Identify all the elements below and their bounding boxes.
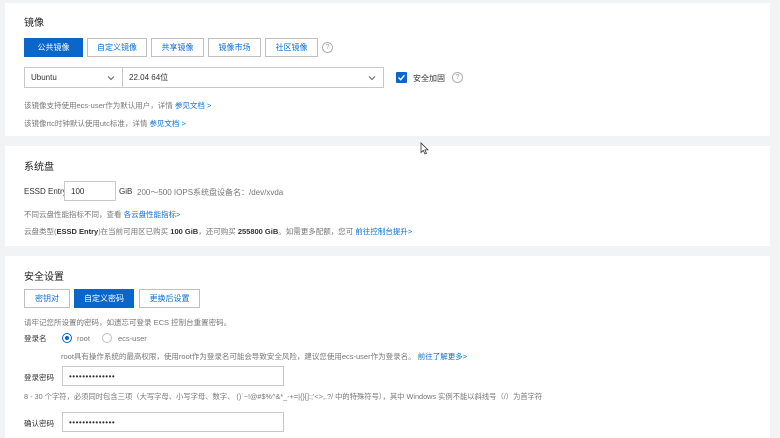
remember-password-note: 请牢记您所设置的密码，如遗忘可登录 ECS 控制台重置密码。 [24, 318, 232, 327]
mouse-cursor-icon [420, 142, 429, 155]
confirm-password-value: •••••••••••••• [69, 417, 116, 427]
password-value: •••••••••••••• [69, 371, 116, 381]
tab-image-market[interactable]: 镜像市场 [208, 38, 261, 57]
help-icon[interactable]: ? [322, 42, 333, 53]
check-icon [398, 74, 406, 81]
tab-custom-password[interactable]: 自定义密码 [74, 289, 134, 308]
chevron-down-icon [107, 76, 115, 81]
security-section-title: 安全设置 [24, 272, 64, 283]
password-rule-note: 8 - 30 个字符，必须同时包含三项（大写字母、小写字母、数字、 ()`~!@… [24, 392, 543, 401]
tab-shared-image[interactable]: 共享镜像 [151, 38, 204, 57]
disk-device-name: /dev/xvda [249, 188, 284, 197]
radio-ecs-user[interactable] [102, 333, 112, 343]
disk-performance-link[interactable]: 各云盘性能指标> [124, 210, 181, 219]
security-panel: 安全设置 密钥对 自定义密码 更换后设置 请牢记您所设置的密码，如遗忘可登录 E… [5, 256, 770, 438]
quota-text-1: 云盘类型( [24, 227, 57, 236]
tab-community-image[interactable]: 社区镜像 [265, 38, 318, 57]
disk-device-label: 系统盘设备名： [193, 188, 249, 197]
image-note-rtc-text: 该镜像rtc时钟默认使用utc标准，详情 [24, 119, 148, 128]
quota-text-4: 。如需更多配额，您可 [278, 227, 354, 236]
version-select-value: 22.04 64位 [129, 73, 169, 82]
radio-ecs-user-label[interactable]: ecs-user [118, 334, 147, 343]
password-label: 登录密码 [24, 373, 54, 382]
disk-section-title: 系统盘 [24, 162, 54, 173]
confirm-password-label: 确认密码 [24, 419, 54, 428]
console-quota-link[interactable]: 前往控制台提升> [355, 227, 412, 236]
os-select-value: Ubuntu [31, 73, 57, 82]
see-docs-link[interactable]: 参见文档 > [149, 119, 185, 128]
version-select[interactable]: 22.04 64位 [122, 67, 384, 88]
disk-device: 系统盘设备名：/dev/xvda [193, 187, 283, 198]
tab-key-pair[interactable]: 密钥对 [24, 289, 70, 308]
tab-public-image[interactable]: 公共镜像 [24, 38, 83, 57]
disk-performance-note: 不同云盘性能指标不同，查看 各云盘性能指标> [24, 209, 180, 220]
image-note-rtc: 该镜像rtc时钟默认使用utc标准，详情 参见文档 > [24, 118, 186, 129]
password-input[interactable]: •••••••••••••• [62, 366, 284, 386]
tab-custom-image[interactable]: 自定义镜像 [87, 38, 147, 57]
page-scrollbar[interactable] [774, 0, 780, 438]
image-note-user-text: 该镜像支持使用ecs-user作为默认用户，详情 [24, 101, 173, 110]
radio-root-label[interactable]: root [77, 334, 90, 343]
disk-iops: 200～500 IOPS [137, 188, 194, 197]
disk-type-label: ESSD Entry [24, 187, 67, 196]
quota-disk-type: ESSD Entry [56, 227, 99, 236]
chevron-down-icon [368, 76, 376, 81]
disk-size-value: 100 [71, 186, 85, 196]
disk-size-input[interactable]: 100 [64, 181, 116, 201]
system-disk-panel: 系统盘 ESSD Entry 100 GiB 200～500 IOPS 系统盘设… [5, 146, 770, 246]
os-select[interactable]: Ubuntu [24, 67, 123, 88]
tab-set-later[interactable]: 更换后设置 [139, 289, 200, 308]
security-hardening-label: 安全加固 [413, 74, 445, 83]
see-docs-link[interactable]: 参见文档 > [175, 101, 211, 110]
quota-purchased: 100 GiB [170, 227, 199, 236]
image-panel: 镜像 公共镜像 自定义镜像 共享镜像 镜像市场 社区镜像 ? Ubuntu 22… [5, 3, 770, 136]
quota-remaining: 255800 GiB [237, 227, 279, 236]
image-note-user: 该镜像支持使用ecs-user作为默认用户，详情 参见文档 > [24, 100, 211, 111]
quota-text-3: ，还可购买 [198, 227, 236, 236]
disk-quota-note: 云盘类型(ESSD Entry)在当前可用区已购买 100 GiB，还可购买 2… [24, 226, 412, 237]
disk-performance-text: 不同云盘性能指标不同，查看 [24, 210, 122, 219]
confirm-password-input[interactable]: •••••••••••••• [62, 412, 284, 432]
radio-root[interactable] [62, 333, 72, 343]
login-name-label: 登录名 [24, 334, 47, 343]
security-hardening-checkbox[interactable] [396, 72, 407, 83]
root-warning-note: root具有操作系统的最高权限，使用root作为登录名可能会导致安全风险，建议您… [61, 351, 467, 362]
help-icon[interactable]: ? [452, 72, 463, 83]
disk-unit: GiB [119, 187, 133, 196]
image-section-title: 镜像 [24, 18, 44, 29]
root-warning-text: root具有操作系统的最高权限，使用root作为登录名可能会导致安全风险，建议您… [61, 352, 416, 361]
learn-more-link[interactable]: 前往了解更多> [418, 352, 467, 361]
quota-text-2: )在当前可用区已购买 [98, 227, 169, 236]
